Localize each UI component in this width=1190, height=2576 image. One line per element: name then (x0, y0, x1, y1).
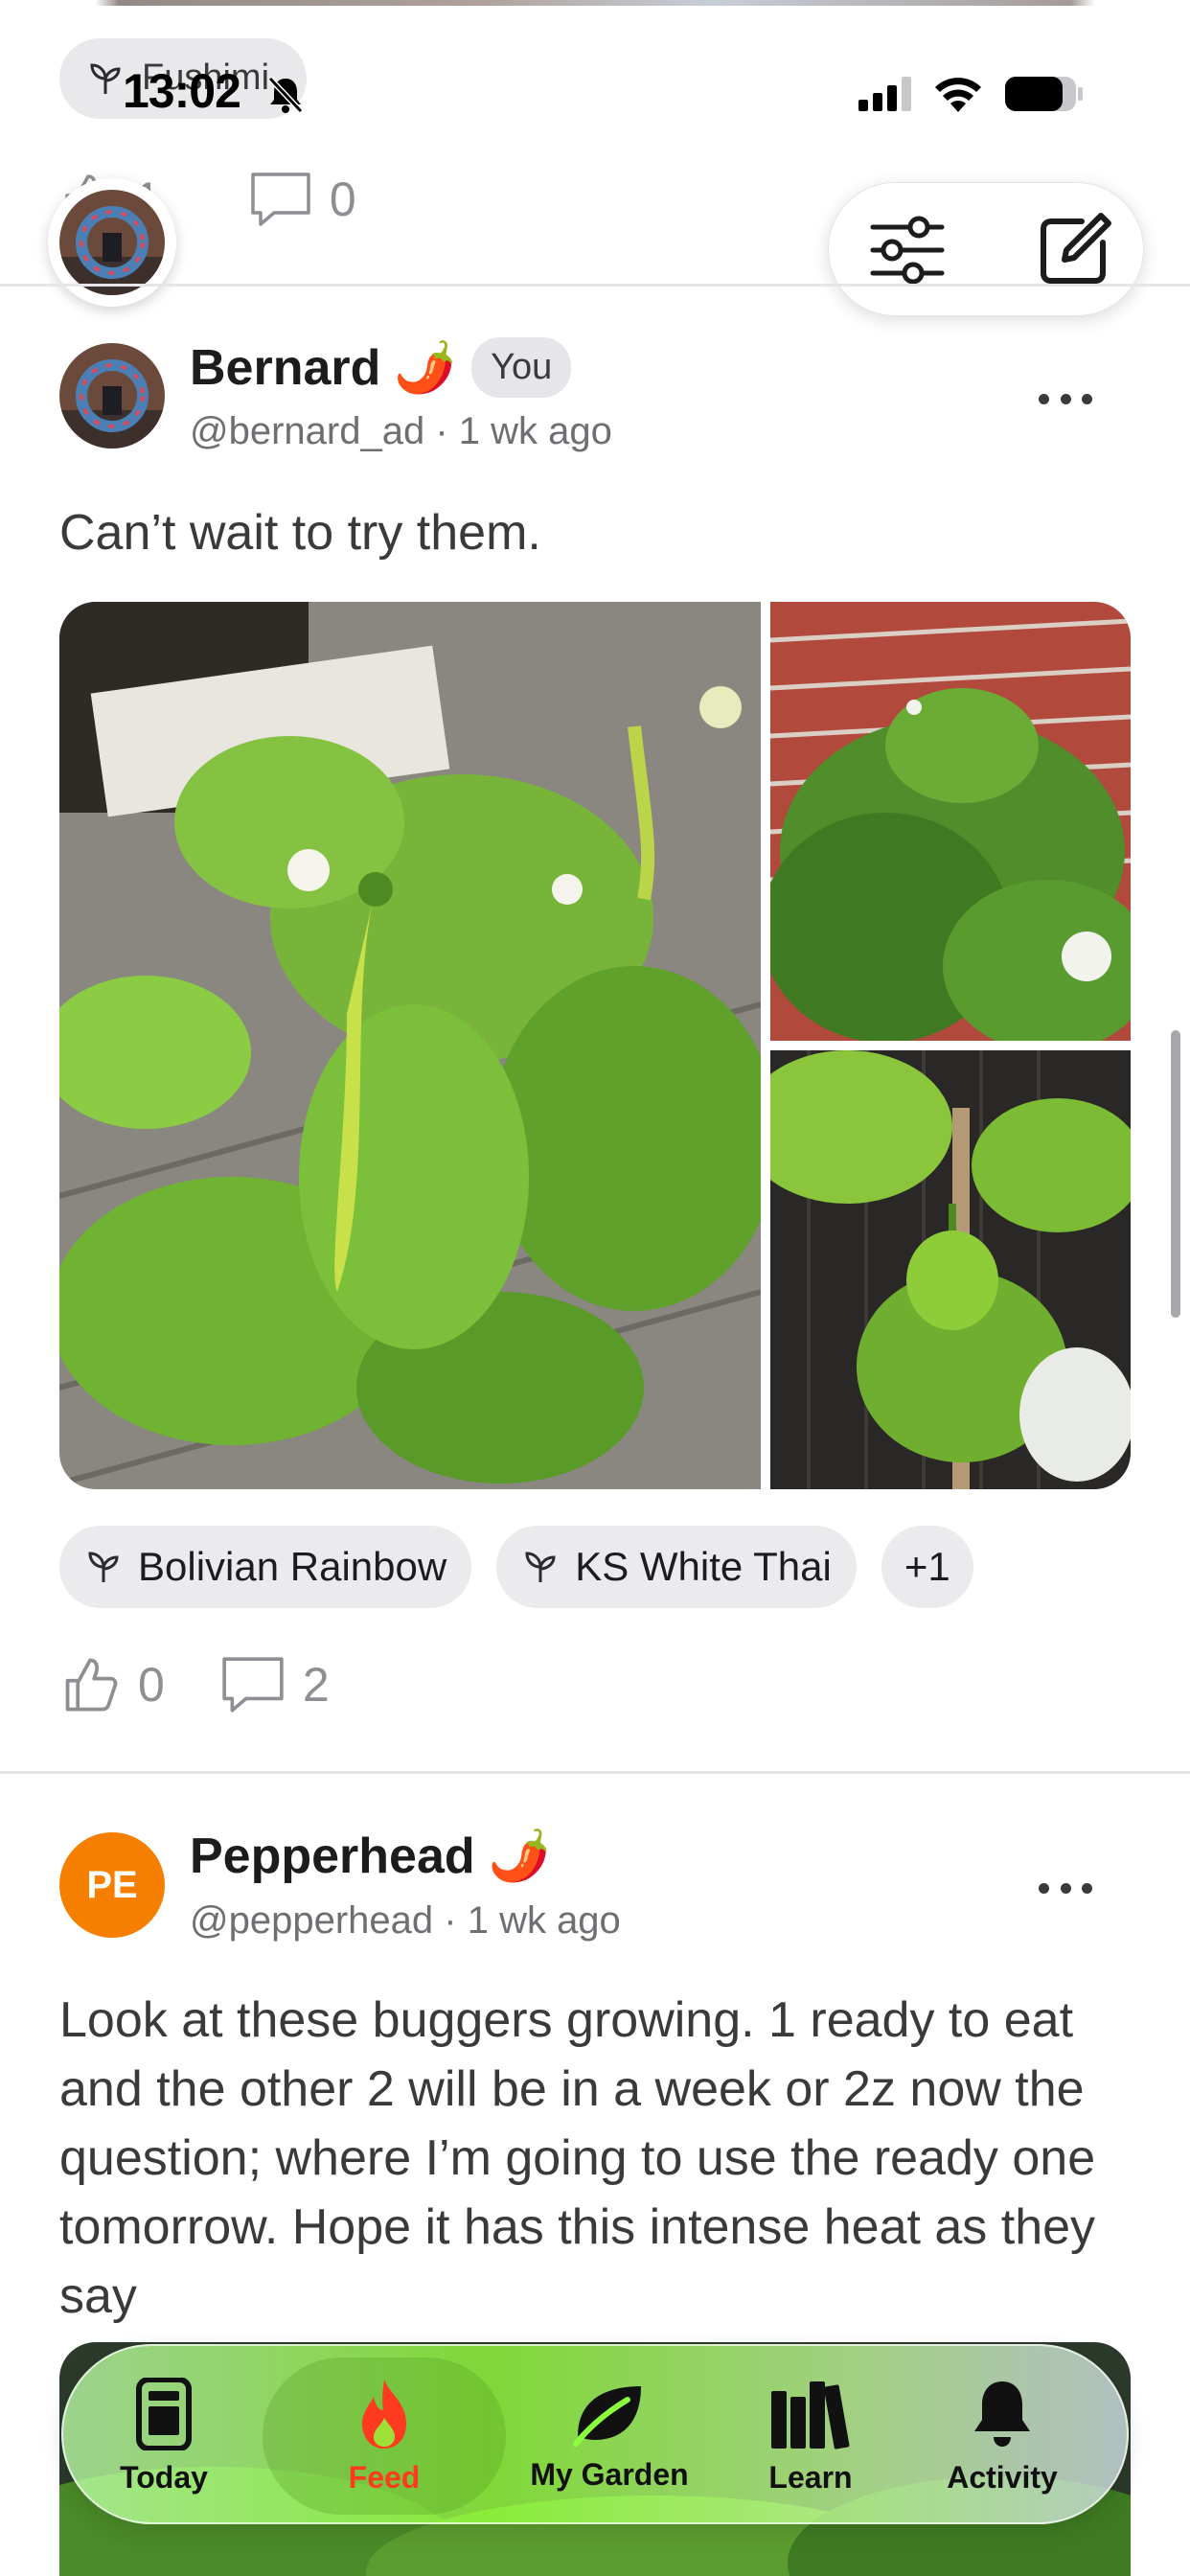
sprout-icon (88, 1552, 119, 1582)
tab-feed[interactable]: Feed (263, 2346, 506, 2526)
post-photo-main[interactable] (59, 602, 761, 1489)
author-handle[interactable]: @pepperhead (190, 1899, 433, 1942)
author-name[interactable]: Pepperhead (190, 1828, 475, 1885)
previous-content-edge (0, 0, 1190, 6)
more-dot (1060, 393, 1071, 404)
filter-sliders-icon[interactable] (867, 212, 948, 288)
post-text: Look at these buggers growing. 1 ready t… (59, 1992, 1096, 2324)
tab-bar: Today Feed My Garden Learn Activity (61, 2344, 1129, 2524)
author-handle-row: @pepperhead · 1 wk ago (190, 1899, 621, 1943)
author-handle-row: @bernard_ad · 1 wk ago (190, 410, 612, 453)
battery-icon (1005, 77, 1083, 111)
compose-icon[interactable] (1034, 210, 1114, 290)
previous-comment-count: 0 (329, 172, 356, 226)
status-icons (858, 75, 1085, 113)
status-time: 13:02 (123, 64, 241, 118)
comment-icon[interactable] (249, 171, 312, 228)
more-options-button[interactable] (1027, 1869, 1104, 1907)
cellular-signal-icon (858, 77, 911, 111)
comment-icon[interactable] (220, 1655, 286, 1714)
tab-label: Feed (348, 2459, 421, 2495)
tab-label: Learn (768, 2459, 853, 2495)
more-dot (1082, 1882, 1092, 1894)
wifi-icon (935, 78, 981, 112)
more-options-button[interactable] (1027, 380, 1104, 418)
post-actions: 0 2 (59, 1654, 330, 1715)
thumbs-up-icon[interactable] (59, 1654, 121, 1715)
profile-avatar-button[interactable] (48, 178, 176, 307)
feed-tools (828, 182, 1144, 316)
variety-tag[interactable]: Bolivian Rainbow (59, 1526, 472, 1608)
tab-label: Activity (947, 2459, 1058, 2495)
bell-icon (974, 2380, 1030, 2447)
silent-mode-icon (267, 76, 304, 114)
chili-emoji: 🌶️ (394, 340, 457, 396)
tag-label: +1 (904, 1544, 950, 1589)
more-dot (1039, 1882, 1049, 1894)
comment-count: 2 (302, 1658, 330, 1712)
post-divider (0, 284, 1190, 287)
post-author-row: Pepperhead 🌶️ (190, 1827, 550, 1885)
post-author-avatar[interactable]: PE (59, 1832, 165, 1938)
tab-my-garden[interactable]: My Garden (514, 2346, 705, 2526)
more-dot (1082, 393, 1092, 404)
post-age: 1 wk ago (458, 410, 612, 452)
tag-label: KS White Thai (575, 1544, 832, 1589)
scroll-indicator[interactable] (1171, 1030, 1180, 1318)
post-author-row: Bernard 🌶️ You (190, 337, 572, 398)
tab-learn[interactable]: Learn (734, 2346, 887, 2526)
variety-tag[interactable]: KS White Thai (496, 1526, 857, 1608)
you-badge: You (471, 337, 572, 398)
post-photo-bottom-right[interactable] (770, 1050, 1131, 1489)
separator: · (435, 410, 459, 452)
separator: · (444, 1899, 468, 1942)
sprout-icon (525, 1552, 556, 1582)
variety-tags: Bolivian Rainbow KS White Thai +1 (59, 1526, 973, 1608)
author-handle[interactable]: @bernard_ad (190, 410, 424, 452)
flame-icon (362, 2379, 406, 2449)
more-tags-button[interactable]: +1 (881, 1526, 973, 1608)
tab-today[interactable]: Today (102, 2346, 226, 2526)
tab-label: Today (120, 2459, 208, 2495)
more-dot (1039, 393, 1049, 404)
more-dot (1060, 1882, 1071, 1894)
like-count: 0 (138, 1658, 165, 1712)
post-age: 1 wk ago (467, 1899, 621, 1942)
tab-activity[interactable]: Activity (916, 2346, 1088, 2526)
avatar-image (59, 190, 165, 295)
post-divider (0, 1771, 1190, 1774)
post-author-avatar[interactable] (59, 343, 165, 448)
author-name[interactable]: Bernard (190, 339, 380, 397)
post-text: Can’t wait to try them. (59, 505, 541, 561)
leaf-icon (573, 2385, 641, 2447)
phone-page-icon (136, 2377, 192, 2450)
post-photo-top-right[interactable] (770, 602, 1131, 1041)
chili-emoji: 🌶️ (488, 1828, 551, 1884)
tab-label: My Garden (530, 2456, 689, 2492)
sprout-icon (90, 63, 121, 94)
tag-label: Bolivian Rainbow (138, 1544, 447, 1589)
books-icon (771, 2380, 850, 2450)
